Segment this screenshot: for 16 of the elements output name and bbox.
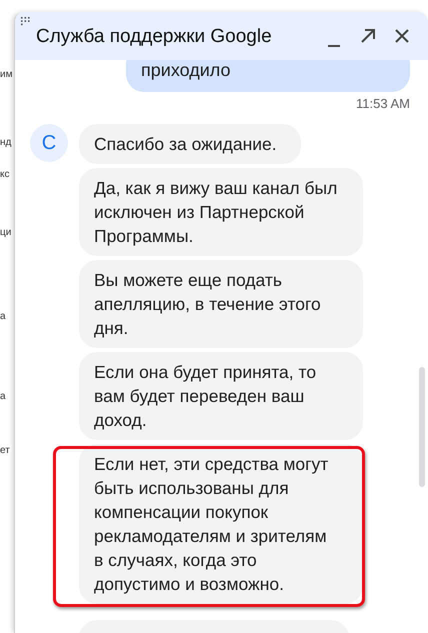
message-time: 11:53 AM	[356, 95, 410, 113]
message-bubble: Да, как я вижу ваш канал был исключен из Партнерской Программы.	[79, 168, 363, 256]
background-text: а	[0, 310, 7, 324]
background-text: а	[0, 390, 7, 404]
background-text: им	[0, 68, 14, 82]
message-bubble: Спасибо за ожидание.	[79, 124, 301, 164]
message-bubble: Вы можете еще подать апелляцию, в течение этого дня.	[79, 260, 363, 348]
message-bubble: Если она будет принята, то вам будет переведен ваш доход.	[79, 352, 363, 440]
background-text: ци	[0, 226, 12, 240]
window-title: Служба поддержки Google	[36, 24, 273, 49]
background-text: нд	[0, 136, 12, 150]
background-text: ет	[0, 444, 11, 458]
background-text: кс	[0, 168, 10, 182]
agent-avatar: С	[30, 124, 68, 162]
sent-message: приходило	[126, 60, 410, 92]
message-bubble: Если нет, эти средства могут быть использованы для компенсации покупок рекламодателям и зрителям в случаях, когда это допустимо и возможно.	[79, 444, 363, 604]
